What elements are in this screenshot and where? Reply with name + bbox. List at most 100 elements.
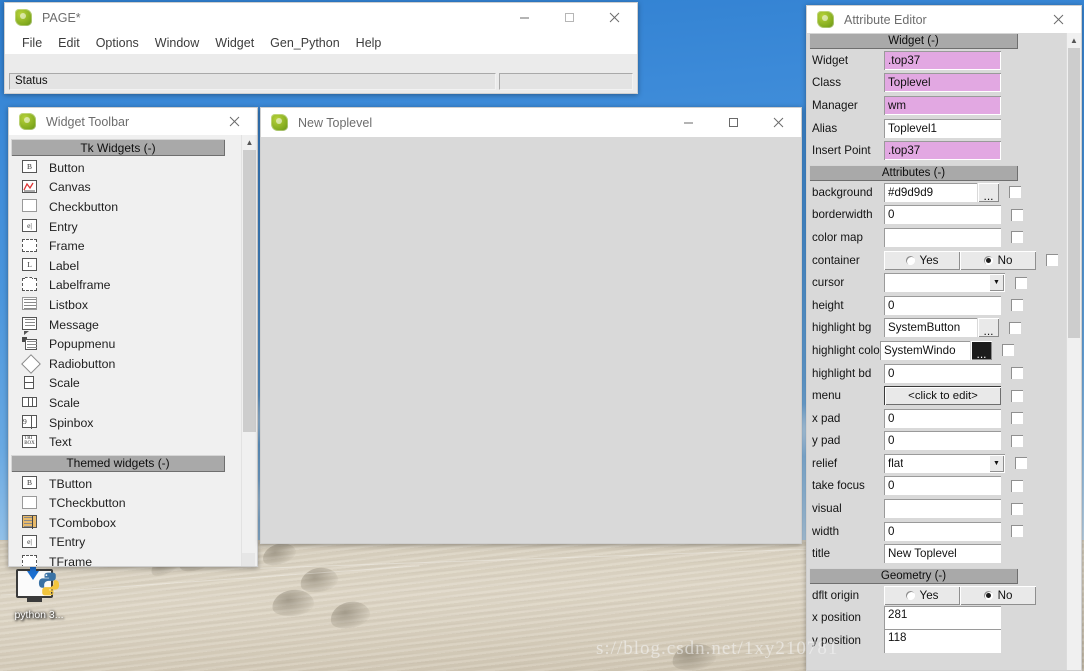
- menu-gen-python[interactable]: Gen_Python: [262, 34, 348, 52]
- menu-options[interactable]: Options: [88, 34, 147, 52]
- attr-value-alias[interactable]: Toplevel1: [884, 118, 1001, 138]
- attr-input-visual[interactable]: [884, 499, 1001, 519]
- maximize-icon[interactable]: [547, 3, 592, 33]
- y-pad-checkbox[interactable]: [1011, 434, 1023, 447]
- relief-checkbox[interactable]: [1015, 457, 1027, 470]
- attr-input-borderwidth[interactable]: 0: [884, 205, 1001, 225]
- attr-value-insert-point[interactable]: .top37: [884, 141, 1001, 161]
- widget-item-tbutton[interactable]: B TButton: [9, 474, 241, 494]
- attr-value-manager[interactable]: wm: [884, 95, 1001, 115]
- widget-item-tcombobox[interactable]: TCombobox: [9, 513, 241, 533]
- borderwidth-checkbox[interactable]: [1011, 208, 1023, 221]
- minimize-icon[interactable]: [502, 3, 547, 33]
- widget-item-tcheckbutton[interactable]: TCheckbutton: [9, 494, 241, 514]
- desktop-icon-python[interactable]: python 3...: [8, 565, 70, 627]
- close-icon[interactable]: [1036, 5, 1081, 35]
- menu-file[interactable]: File: [14, 34, 50, 52]
- menu-edit-button[interactable]: <click to edit>: [884, 386, 1001, 406]
- widget-item-popupmenu[interactable]: Popupmenu: [9, 334, 241, 354]
- scroll-up-icon[interactable]: ▲: [242, 135, 257, 150]
- attr-input-color-map[interactable]: [884, 227, 1001, 247]
- chevron-down-icon[interactable]: ▼: [989, 274, 1004, 292]
- toplevel-design-canvas[interactable]: [260, 137, 802, 544]
- toplevel-titlebar[interactable]: New Toplevel: [260, 107, 802, 137]
- attr-input-y-position[interactable]: 118: [884, 628, 1001, 653]
- container-radio-yes[interactable]: Yes: [884, 250, 960, 270]
- highlight-bd-checkbox[interactable]: [1011, 367, 1023, 380]
- attr-input-background[interactable]: #d9d9d9: [884, 182, 977, 202]
- widget-item-tframe[interactable]: TFrame: [9, 552, 241, 566]
- widget-item-labelframe[interactable]: Labelframe: [9, 276, 241, 296]
- scrollbar-track[interactable]: [1067, 48, 1081, 670]
- attr-input-y-pad[interactable]: 0: [884, 431, 1001, 451]
- resize-grip[interactable]: [242, 553, 255, 566]
- widget-item-tentry[interactable]: e| TEntry: [9, 533, 241, 553]
- highlight-color-picker-button[interactable]: ...: [971, 340, 992, 360]
- attr-input-take-focus[interactable]: 0: [884, 476, 1001, 496]
- attr-input-height[interactable]: 0: [884, 295, 1001, 315]
- cursor-combobox[interactable]: ▼: [884, 273, 1005, 293]
- toolbar-scrollbar[interactable]: ▲: [241, 135, 257, 566]
- widget-item-scale-horizontal[interactable]: Scale: [9, 393, 241, 413]
- widget-item-radiobutton[interactable]: Radiobutton: [9, 354, 241, 375]
- menu-edit[interactable]: Edit: [50, 34, 88, 52]
- menu-window[interactable]: Window: [147, 34, 207, 52]
- widget-item-checkbutton[interactable]: Checkbutton: [9, 197, 241, 217]
- attr-input-x-position[interactable]: 281: [884, 605, 1001, 630]
- minimize-icon[interactable]: [666, 108, 711, 138]
- attr-titlebar[interactable]: Attribute Editor: [806, 5, 1082, 33]
- cursor-checkbox[interactable]: [1015, 276, 1027, 289]
- scroll-up-icon[interactable]: ▲: [1067, 33, 1081, 48]
- widget-item-button[interactable]: B Button: [9, 158, 241, 178]
- menu-checkbox[interactable]: [1011, 389, 1023, 402]
- chevron-down-icon[interactable]: ▼: [989, 454, 1004, 472]
- toolbar-titlebar[interactable]: Widget Toolbar: [8, 107, 258, 135]
- dflt-origin-radio-yes[interactable]: Yes: [884, 585, 960, 605]
- widget-item-entry[interactable]: e| Entry: [9, 217, 241, 237]
- color-map-checkbox[interactable]: [1011, 231, 1023, 244]
- width-checkbox[interactable]: [1011, 525, 1023, 538]
- container-checkbox[interactable]: [1046, 254, 1058, 267]
- attr-input-highlight-color[interactable]: SystemWindo: [880, 340, 970, 360]
- widget-item-scale-vertical[interactable]: Scale: [9, 374, 241, 394]
- background-checkbox[interactable]: [1009, 186, 1021, 199]
- attr-scrollbar[interactable]: ▲: [1066, 33, 1081, 670]
- background-picker-button[interactable]: ...: [978, 182, 999, 202]
- dflt-origin-radio-no[interactable]: No: [960, 585, 1036, 605]
- maximize-icon[interactable]: [711, 108, 756, 138]
- highlight-bg-picker-button[interactable]: ...: [978, 318, 999, 338]
- scrollbar-thumb[interactable]: [1068, 48, 1080, 338]
- close-icon[interactable]: [592, 3, 637, 33]
- x-pad-checkbox[interactable]: [1011, 412, 1023, 425]
- container-radio-no[interactable]: No: [960, 250, 1036, 270]
- scrollbar-track[interactable]: [242, 150, 257, 551]
- widget-item-spinbox[interactable]: 9 Spinbox: [9, 413, 241, 433]
- widget-item-canvas[interactable]: Canvas: [9, 178, 241, 198]
- attr-value-class[interactable]: Toplevel: [884, 73, 1001, 93]
- menu-help[interactable]: Help: [348, 34, 390, 52]
- widget-item-listbox[interactable]: Listbox: [9, 295, 241, 315]
- section-header-themed-widgets[interactable]: Themed widgets (-): [11, 454, 225, 472]
- section-header-tk-widgets[interactable]: Tk Widgets (-): [11, 139, 225, 156]
- attr-input-highlight-bd[interactable]: 0: [884, 363, 1001, 383]
- widget-item-text[interactable]: TRI BOX Text: [9, 432, 241, 452]
- close-icon[interactable]: [756, 108, 801, 138]
- height-checkbox[interactable]: [1011, 299, 1023, 312]
- visual-checkbox[interactable]: [1011, 502, 1023, 515]
- widget-item-label[interactable]: L Label: [9, 256, 241, 276]
- take-focus-checkbox[interactable]: [1011, 479, 1023, 492]
- menu-widget[interactable]: Widget: [207, 34, 262, 52]
- attr-value-widget[interactable]: .top37: [884, 50, 1001, 70]
- close-icon[interactable]: [212, 107, 257, 137]
- attr-input-title[interactable]: New Toplevel: [884, 544, 1001, 564]
- page-titlebar[interactable]: PAGE*: [4, 2, 638, 32]
- scrollbar-thumb[interactable]: [243, 150, 256, 432]
- relief-combobox[interactable]: flat ▼: [884, 453, 1005, 473]
- attr-input-x-pad[interactable]: 0: [884, 408, 1001, 428]
- section-header-geometry[interactable]: Geometry (-): [809, 568, 1018, 585]
- attr-input-width[interactable]: 0: [884, 521, 1001, 541]
- highlight-bg-checkbox[interactable]: [1009, 321, 1021, 334]
- section-header-widget[interactable]: Widget (-): [809, 33, 1018, 49]
- section-header-attributes[interactable]: Attributes (-): [809, 164, 1018, 181]
- highlight-color-checkbox[interactable]: [1002, 344, 1014, 357]
